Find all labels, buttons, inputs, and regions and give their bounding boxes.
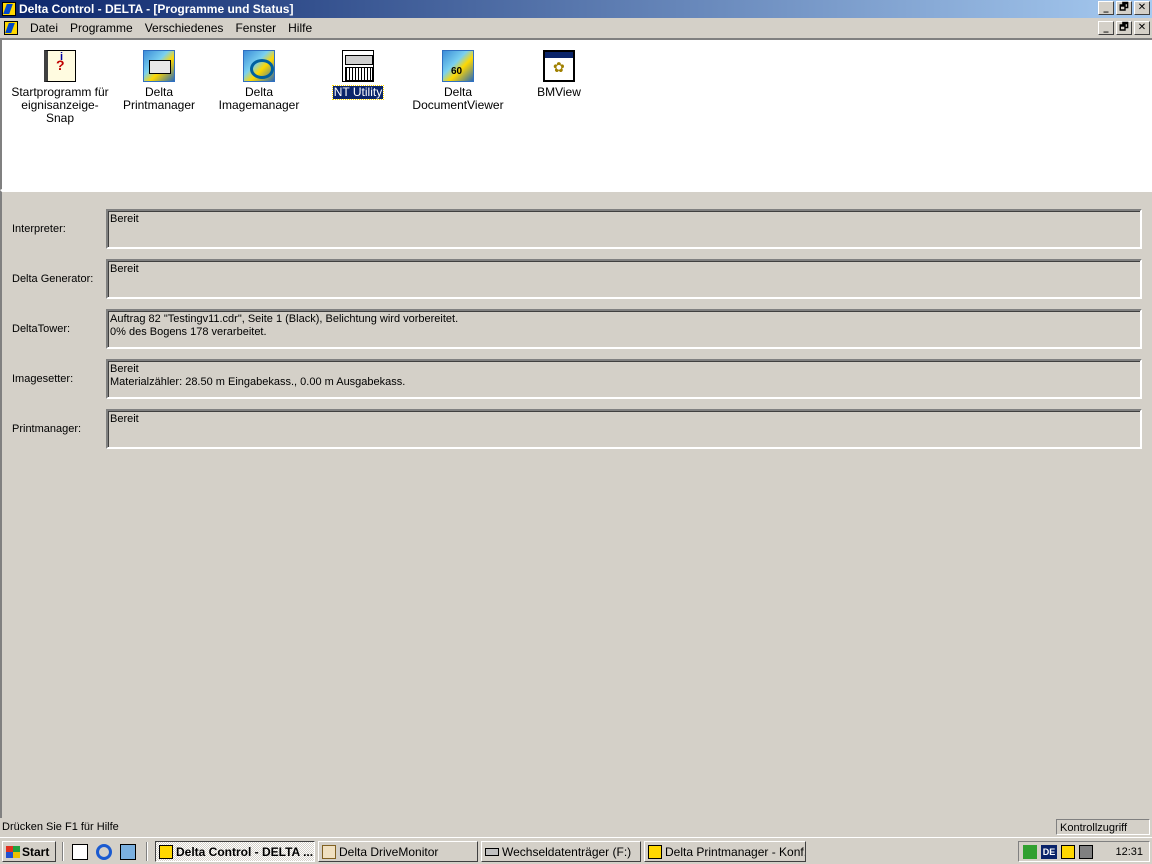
- tray-delta-icon[interactable]: [1061, 845, 1075, 859]
- window-title: Delta Control - DELTA - [Programme und S…: [19, 2, 294, 16]
- status-label: DeltaTower:: [12, 323, 71, 335]
- start-button[interactable]: Start: [2, 841, 56, 862]
- task-wechseldatentraeger[interactable]: Wechseldatenträger (F:): [481, 841, 641, 862]
- delta-imagemanager-icon: [243, 50, 275, 82]
- bmview-icon: [543, 50, 575, 82]
- menu-datei[interactable]: Datei: [24, 21, 64, 35]
- task-delta-drivemonitor[interactable]: Delta DriveMonitor: [318, 841, 478, 862]
- status-box: Auftrag 82 "Testingv11.cdr", Seite 1 (Bl…: [106, 309, 1142, 349]
- removable-drive-icon: [485, 847, 499, 856]
- internet-explorer-icon[interactable]: [96, 844, 112, 860]
- document-system-menu-icon[interactable]: [4, 21, 18, 35]
- drivemonitor-icon: [322, 844, 336, 859]
- status-panel-access: Kontrollzugriff: [1056, 819, 1150, 835]
- status-box: Bereit Materialzähler: 28.50 m Eingabeka…: [106, 359, 1142, 399]
- start-label: Start: [22, 844, 50, 859]
- nt-utility-icon: [342, 50, 374, 82]
- program-list: Startprogramm für eignisanzeige-Snap Del…: [0, 38, 1152, 190]
- program-item-startprogramm[interactable]: Startprogramm für eignisanzeige-Snap: [10, 50, 110, 125]
- channels-icon[interactable]: [120, 844, 136, 860]
- status-label: Imagesetter:: [12, 373, 74, 385]
- task-label: Delta Printmanager - Konf...: [665, 844, 806, 859]
- menu-verschiedenes[interactable]: Verschiedenes: [139, 21, 230, 35]
- status-row-imagesetter: Imagesetter: Bereit Materialzähler: 28.5…: [10, 359, 1142, 399]
- document-window-controls: _ 🗗 ✕: [1098, 21, 1150, 35]
- status-box: Bereit: [106, 409, 1142, 449]
- task-label: Wechseldatenträger (F:): [502, 844, 632, 859]
- windows-logo-icon: [6, 845, 20, 858]
- program-label: Delta Imagemanager: [218, 85, 300, 112]
- program-label: Delta DocumentViewer: [412, 85, 504, 112]
- status-row-interpreter: Interpreter: Bereit: [10, 209, 1142, 249]
- status-panel: Interpreter: Bereit Delta Generator: Ber…: [0, 190, 1152, 818]
- task-delta-control[interactable]: Delta Control - DELTA ...: [155, 841, 315, 862]
- tray-printer-icon[interactable]: [1079, 845, 1093, 859]
- program-item-bmview[interactable]: BMView: [509, 50, 609, 99]
- taskbar-separator: [146, 842, 148, 861]
- program-item-delta-imagemanager[interactable]: Delta Imagemanager: [209, 50, 309, 112]
- tray-network-icon[interactable]: [1023, 845, 1037, 859]
- menu-fenster[interactable]: Fenster: [229, 21, 282, 35]
- doc-close-button[interactable]: ✕: [1134, 21, 1150, 35]
- task-label: Delta Control - DELTA ...: [176, 844, 314, 859]
- delta-app-icon: [159, 844, 173, 859]
- taskbar-separator: [62, 842, 64, 861]
- language-indicator[interactable]: DE: [1041, 845, 1057, 859]
- system-tray: DE 12:31: [1018, 841, 1150, 862]
- program-label: Startprogramm für eignisanzeige-Snap: [11, 85, 109, 125]
- event-book-icon: [44, 50, 76, 82]
- delta-printmanager-icon: [143, 50, 175, 82]
- restore-button[interactable]: 🗗: [1116, 1, 1132, 15]
- program-label: BMView: [537, 85, 581, 99]
- menu-hilfe[interactable]: Hilfe: [282, 21, 318, 35]
- menu-bar: Datei Programme Verschiedenes Fenster Hi…: [0, 18, 1152, 38]
- program-label: NT Utility: [331, 85, 385, 100]
- clock[interactable]: 12:31: [1115, 846, 1143, 858]
- taskbar: Start Delta Control - DELTA ... Delta Dr…: [0, 837, 1152, 864]
- status-bar: Drücken Sie F1 für Hilfe Kontrollzugriff: [0, 818, 1152, 836]
- status-row-deltatower: DeltaTower: Auftrag 82 "Testingv11.cdr",…: [10, 309, 1142, 349]
- program-item-nt-utility[interactable]: NT Utility: [308, 50, 408, 100]
- doc-minimize-button[interactable]: _: [1098, 21, 1114, 35]
- show-desktop-icon[interactable]: [72, 844, 88, 860]
- title-bar[interactable]: Delta Control - DELTA - [Programme und S…: [0, 0, 1152, 18]
- delta-printmanager-icon: [648, 844, 662, 859]
- status-label: Printmanager:: [12, 423, 82, 435]
- status-row-printmanager: Printmanager: Bereit: [10, 409, 1142, 449]
- program-item-delta-printmanager[interactable]: Delta Printmanager: [109, 50, 209, 112]
- menu-programme[interactable]: Programme: [64, 21, 139, 35]
- close-button[interactable]: ✕: [1134, 1, 1150, 15]
- program-label: Delta Printmanager: [122, 85, 196, 112]
- window-controls: _ 🗗 ✕: [1098, 1, 1150, 15]
- status-label: Interpreter:: [12, 223, 66, 235]
- status-message: Drücken Sie F1 für Hilfe: [2, 821, 119, 833]
- minimize-button[interactable]: _: [1098, 1, 1114, 15]
- status-label: Delta Generator:: [12, 273, 94, 285]
- delta-app-icon[interactable]: [2, 2, 16, 16]
- task-label: Delta DriveMonitor: [339, 844, 439, 859]
- doc-restore-button[interactable]: 🗗: [1116, 21, 1132, 35]
- program-item-delta-documentviewer[interactable]: Delta DocumentViewer: [408, 50, 508, 112]
- status-box: Bereit: [106, 259, 1142, 299]
- delta-documentviewer-icon: [442, 50, 474, 82]
- task-delta-printmanager[interactable]: Delta Printmanager - Konf...: [644, 841, 806, 862]
- status-box: Bereit: [106, 209, 1142, 249]
- status-row-delta-generator: Delta Generator: Bereit: [10, 259, 1142, 299]
